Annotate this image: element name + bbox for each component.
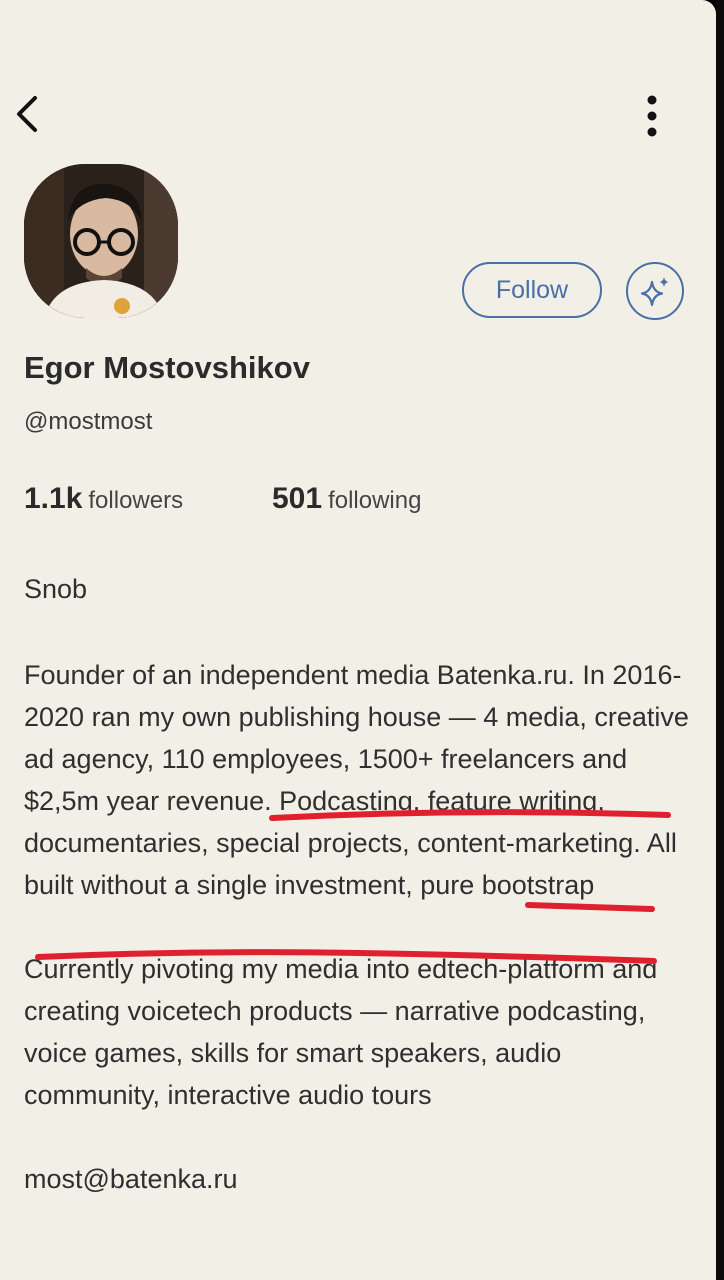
back-button[interactable] xyxy=(6,92,50,136)
bio-text: Founder of an independent media Batenka.… xyxy=(24,654,696,1200)
profile-handle: @mostmost xyxy=(24,408,153,435)
sparkle-icon xyxy=(640,277,669,307)
follow-button[interactable]: Follow xyxy=(462,262,602,318)
followers-label: followers xyxy=(88,487,184,514)
chevron-left-icon xyxy=(17,96,37,132)
following-stat[interactable]: 501 following xyxy=(272,482,421,516)
followers-count: 1.1k xyxy=(24,482,83,515)
screen-edge xyxy=(716,0,724,1280)
avatar[interactable] xyxy=(24,164,178,318)
bio-paragraph: Founder of an independent media Batenka.… xyxy=(24,660,689,900)
bio-title: Snob xyxy=(24,574,88,604)
more-vertical-icon xyxy=(647,95,657,137)
following-count: 501 xyxy=(272,482,323,515)
followers-stat[interactable]: 1.1k followers xyxy=(24,482,183,516)
profile-screen: Follow Egor Mostovshikov @mostmost 1.1k f… xyxy=(0,0,716,1280)
email-link[interactable]: most@batenka.ru xyxy=(24,1158,696,1200)
more-options-button[interactable] xyxy=(630,92,674,140)
sparkle-button[interactable] xyxy=(626,262,684,320)
avatar-photo xyxy=(24,164,178,318)
bio-paragraph: Currently pivoting my media into edtech-… xyxy=(24,954,658,1110)
profile-name: Egor Mostovshikov xyxy=(24,350,310,385)
following-label: following xyxy=(328,487,422,514)
